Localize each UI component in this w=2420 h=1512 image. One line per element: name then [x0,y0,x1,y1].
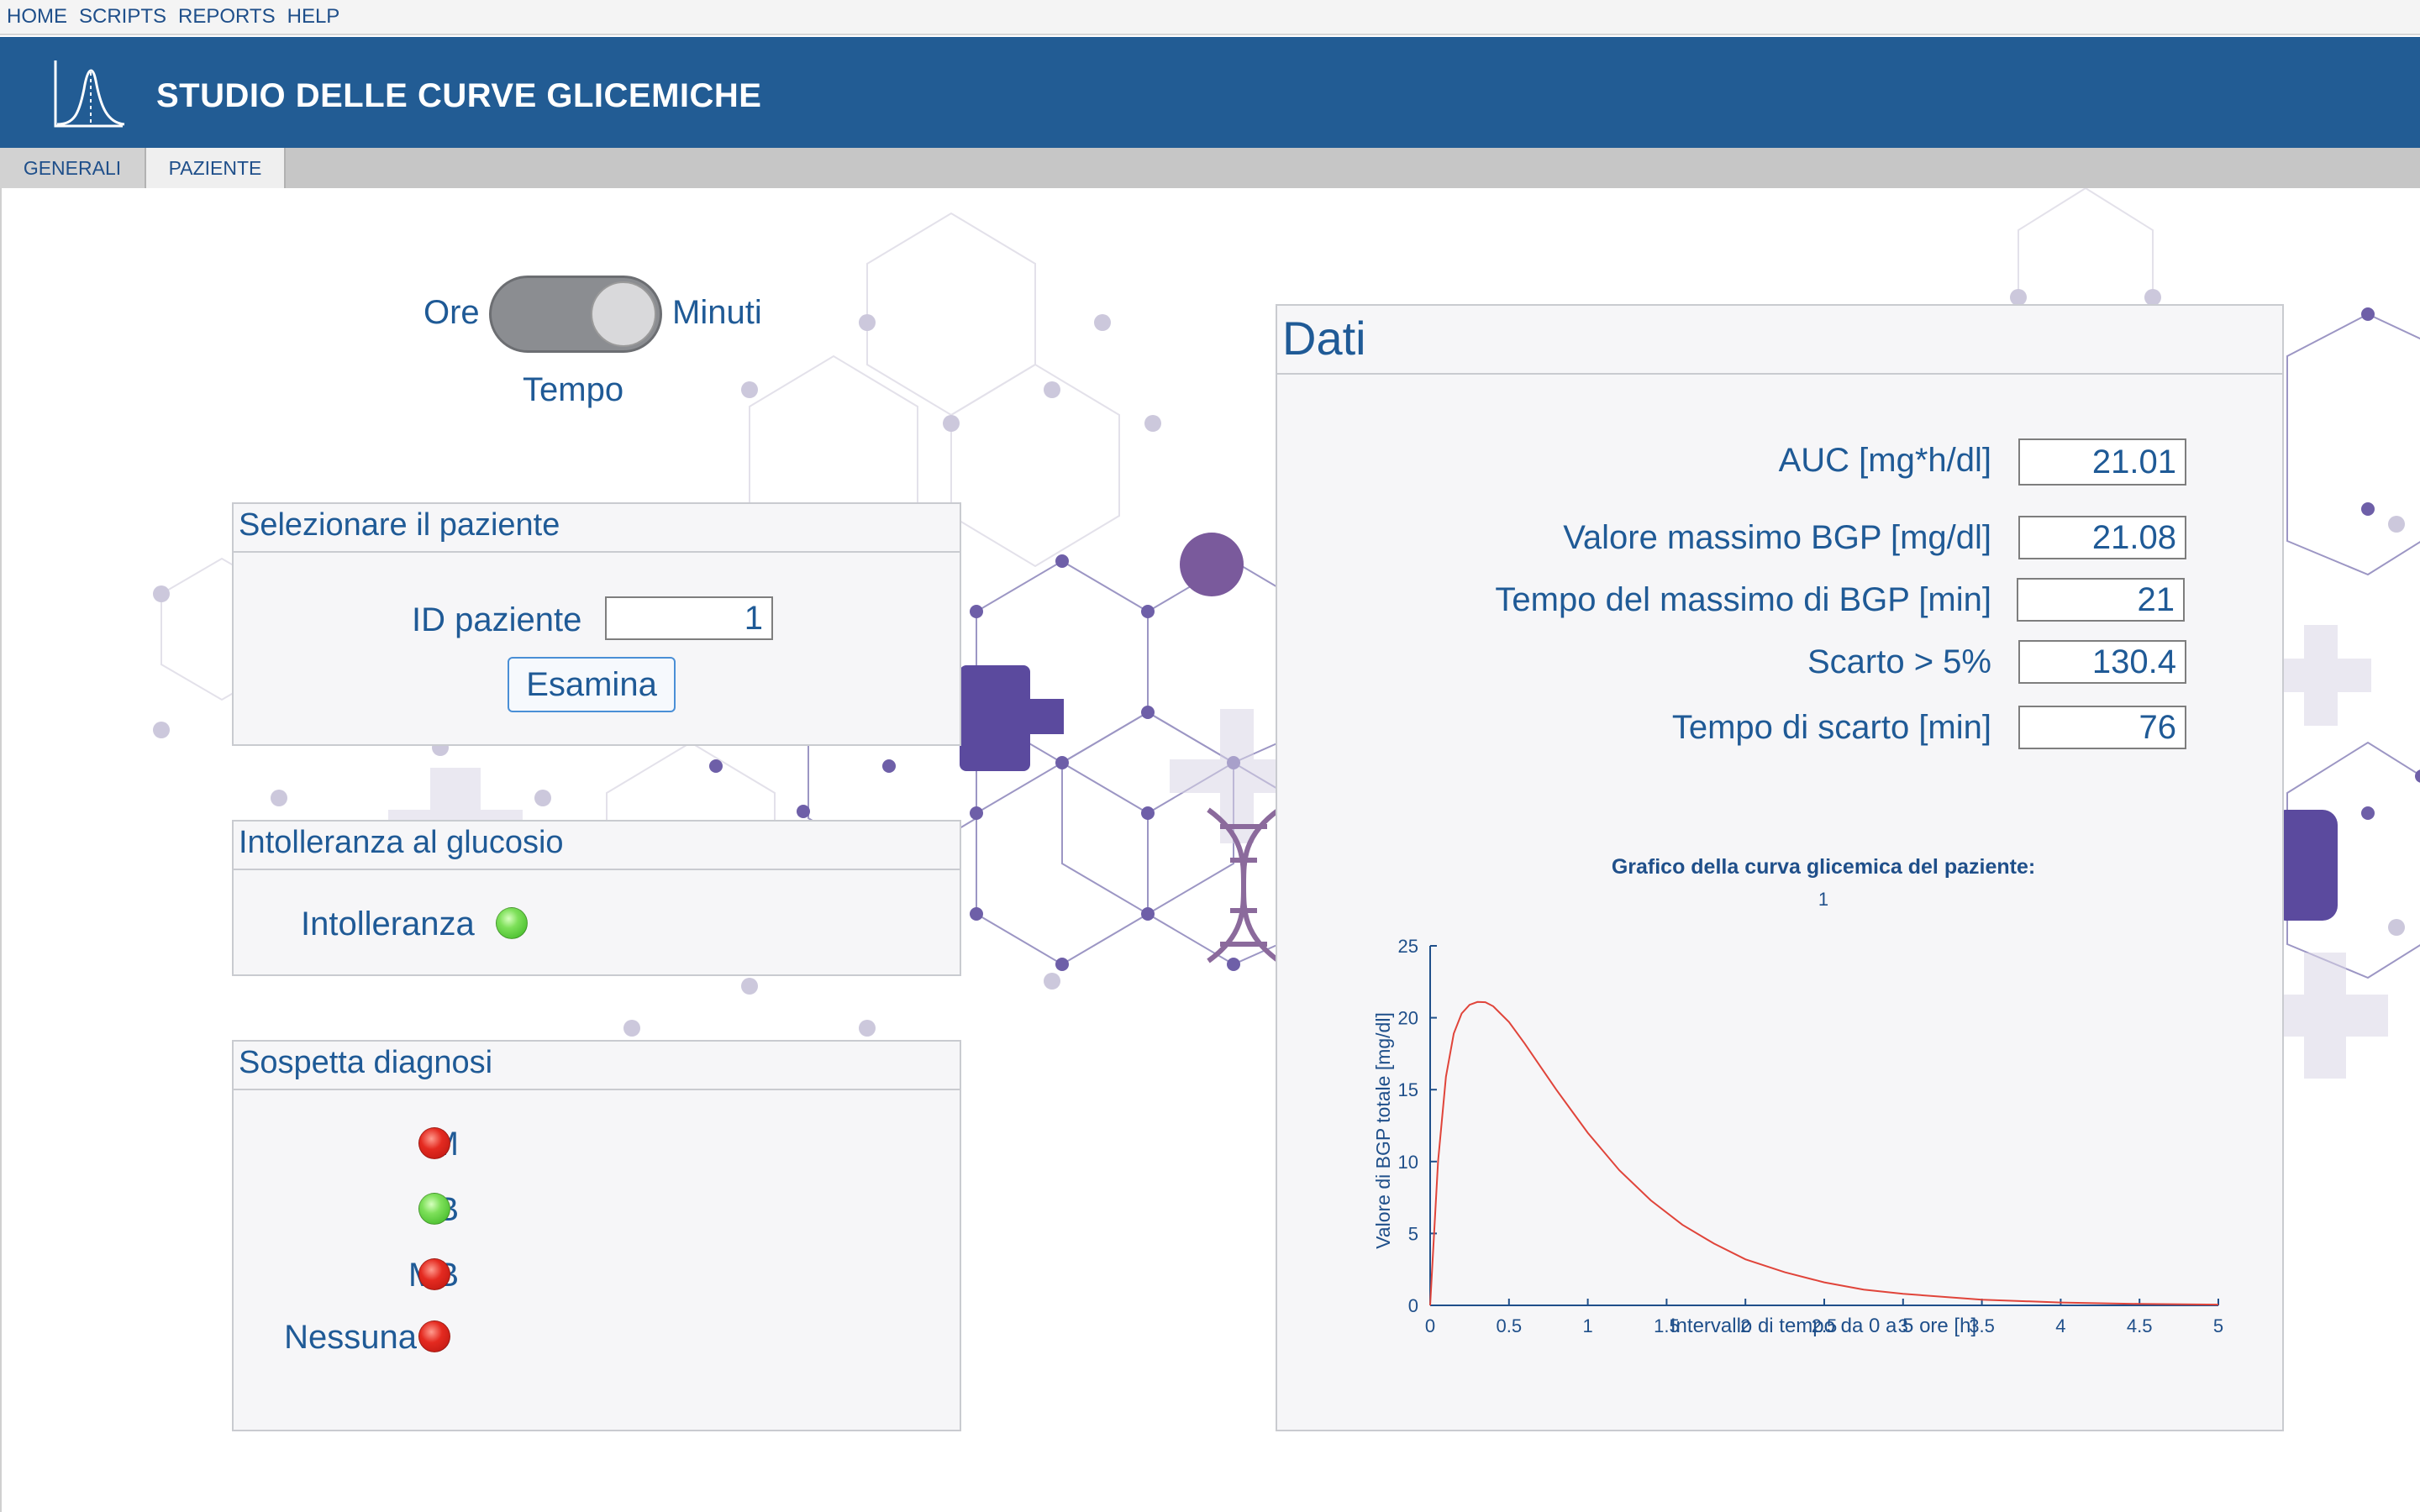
panel-divider [234,1089,960,1090]
x-tick-label: 1.5 [1654,1315,1680,1336]
menu-reports[interactable]: REPORTS [178,5,276,29]
x-tick-label: 1 [1582,1315,1592,1336]
y-tick-label: 15 [1398,1079,1418,1100]
series-line [1429,1000,2219,1306]
y-tick-label: 5 [1408,1223,1418,1244]
glucose-curve-chart: Grafico della curva glicemica del pazien… [1372,855,2223,1337]
time-unit-switch[interactable] [489,276,662,353]
app-title: STUDIO DELLE CURVE GLICEMICHE [156,77,762,114]
intolerance-lamp [496,907,528,939]
suspected-diagnosis-panel: Sospetta diagnosi M B MB Nessuna [232,1040,961,1431]
y-tick-label: 25 [1398,936,1418,957]
switch-knob[interactable] [591,281,656,347]
bell-curve-icon [54,60,125,128]
glucose-intolerance-panel: Intolleranza al glucosio Intolleranza [232,820,961,976]
menu-home[interactable]: HOME [7,5,67,29]
chart-ylabel: Valore di BGP totale [mg/dl] [1372,1012,1394,1249]
examine-button[interactable]: Esamina [508,657,676,712]
y-tick-label: 0 [1408,1295,1418,1316]
x-tick-label: 4 [2055,1315,2065,1336]
switch-right-label: Minuti [672,294,762,331]
panel-title: Intolleranza al glucosio [239,825,564,860]
chart-subtitle: 1 [1818,889,1828,910]
diagnosis-lamp-m [418,1127,450,1159]
app-header: STUDIO DELLE CURVE GLICEMICHE [0,37,2420,148]
x-tick-label: 2.5 [1812,1315,1838,1336]
switch-left-label: Ore [424,294,480,331]
tab-generali[interactable]: GENERALI [0,148,146,188]
tab-content: Ore Minuti Tempo Selezionare il paziente… [0,188,2420,1512]
x-tick-label: 0.5 [1497,1315,1523,1336]
x-tick-label: 0 [1425,1315,1435,1336]
diagnosis-lamp-nessuna [418,1320,450,1352]
x-tick-label: 4.5 [2127,1315,2153,1336]
y-tick-label: 10 [1398,1152,1418,1173]
patient-id-field[interactable]: 1 [605,596,773,640]
intolerance-label: Intolleranza [301,906,475,942]
diagnosis-lamp-b [418,1193,450,1225]
diagnosis-label-nessuna: Nessuna [284,1319,417,1356]
patient-select-panel: Selezionare il paziente ID paziente 1 Es… [232,502,961,746]
switch-caption: Tempo [523,371,624,408]
diagnosis-lamp-mb [418,1258,450,1290]
x-tick-label: 3 [1898,1315,1908,1336]
tab-paziente[interactable]: PAZIENTE [146,148,286,188]
patient-id-label: ID paziente [412,601,582,638]
panel-divider [234,551,960,553]
panel-title: Sospetta diagnosi [239,1045,493,1080]
menu-help[interactable]: HELP [287,5,340,29]
x-tick-label: 5 [2213,1315,2223,1336]
chart-title: Grafico della curva glicemica del pazien… [1612,855,2035,879]
tab-bar: GENERALI PAZIENTE [0,148,2420,188]
menu-bar: HOME SCRIPTS REPORTS HELP [0,0,2420,35]
data-panel: Dati AUC [mg*h/dl] 21.01 Valore massimo … [1276,304,2284,1431]
panel-divider [234,869,960,870]
panel-title: Selezionare il paziente [239,507,560,543]
x-tick-label: 3.5 [1969,1315,1995,1336]
menu-scripts[interactable]: SCRIPTS [79,5,166,29]
x-tick-label: 2 [1740,1315,1750,1336]
y-tick-label: 20 [1398,1008,1418,1029]
